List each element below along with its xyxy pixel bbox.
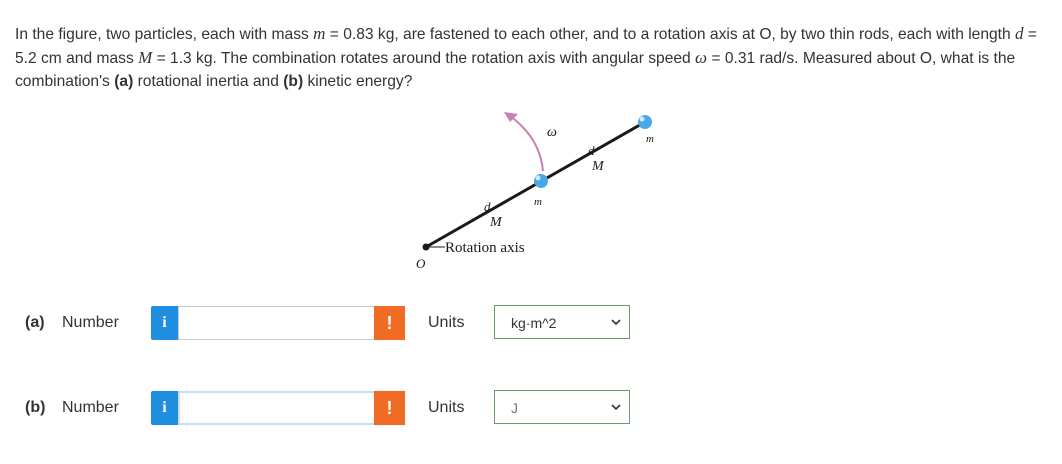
answer-row-b: (b) Number i ! Units J [0, 389, 1062, 427]
chevron-down-icon [611, 319, 621, 326]
rotation-figure: ω m d M m d M Rotation axis O [416, 112, 654, 271]
mass-label-inner: m [534, 196, 542, 208]
part-a-ref: (a) [114, 73, 134, 90]
rod-mass-symbol: M [138, 48, 153, 67]
warning-icon[interactable]: ! [374, 391, 405, 425]
rotation-axis-label: Rotation axis [445, 240, 525, 256]
length-label-inner: d [484, 199, 491, 214]
rotation-arrow [509, 115, 544, 172]
question-segment: kinetic energy? [303, 73, 413, 90]
question-segment: = 0.83 kg, are fastened to each other, a… [325, 26, 1016, 43]
units-selected-value: kg·m^2 [511, 315, 557, 331]
mass-label-outer: m [646, 133, 654, 145]
part-b-ref: (b) [283, 73, 304, 90]
chevron-down-icon [611, 404, 621, 411]
length-label-outer: d [588, 143, 595, 158]
info-icon[interactable]: i [151, 306, 178, 340]
number-label: Number [62, 399, 119, 416]
length-symbol: d [1015, 24, 1024, 43]
particle-outer [638, 115, 652, 129]
question-segment: = 1.3 kg. The combination rotates around… [152, 50, 696, 67]
question-segment: In the figure, two particles, each with … [15, 26, 314, 43]
units-select-b[interactable]: J [494, 390, 630, 424]
omega-label: ω [547, 125, 557, 140]
rod-mass-label-inner: M [489, 215, 503, 230]
units-label: Units [428, 314, 465, 331]
particle-inner [534, 174, 548, 188]
part-label: (a) [25, 314, 45, 331]
warning-icon[interactable]: ! [374, 306, 405, 340]
omega-symbol: ω [695, 48, 708, 67]
rod-mass-label-outer: M [591, 159, 605, 174]
pivot-point [422, 243, 430, 251]
answer-row-a: (a) Number i ! Units kg·m^2 [0, 304, 1062, 342]
info-icon[interactable]: i [151, 391, 178, 425]
number-label: Number [62, 314, 119, 331]
units-select-a[interactable]: kg·m^2 [494, 305, 630, 339]
number-input-b[interactable] [178, 391, 388, 425]
mass-symbol: m [313, 24, 326, 43]
units-label: Units [428, 399, 465, 416]
number-input-a[interactable] [178, 306, 386, 340]
question-text: In the figure, two particles, each with … [15, 22, 1050, 93]
origin-label: O [416, 256, 426, 271]
units-selected-value: J [511, 400, 518, 416]
question-segment: rotational inertia and [133, 73, 284, 90]
part-label: (b) [25, 399, 46, 416]
